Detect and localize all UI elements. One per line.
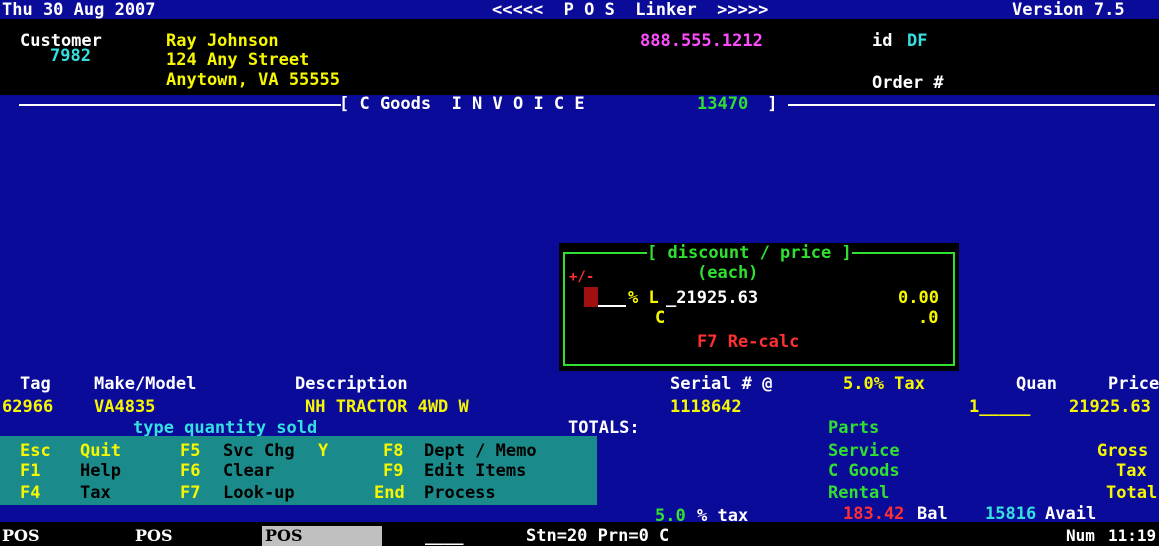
col-tax-rate: 5.0% Tax: [843, 374, 925, 394]
blank-field[interactable]: ____: [425, 526, 464, 546]
station-printer-info: Stn=20 Prn=0 C: [526, 526, 670, 546]
category-service: Service: [828, 441, 900, 461]
customer-city: Anytown, VA 55555: [166, 70, 340, 90]
row-serial[interactable]: 1118642: [670, 398, 742, 417]
invoice-rule-left: [19, 104, 341, 106]
menu-svc-chg[interactable]: Svc Chg: [223, 442, 295, 461]
numlock-indicator: Num: [1066, 526, 1095, 545]
key-f7[interactable]: F7: [180, 484, 200, 503]
list-price-value[interactable]: _21925.63: [666, 289, 758, 308]
tab-pos-3[interactable]: POS: [265, 526, 303, 546]
tab-pos-1[interactable]: POS: [2, 526, 40, 546]
order-number-label: Order #: [872, 73, 944, 93]
col-make-model: Make/Model: [94, 374, 197, 394]
id-label: id: [872, 31, 893, 51]
category-rental: Rental: [828, 483, 890, 503]
row-tag[interactable]: 62966: [2, 398, 53, 417]
dialog-title: [ discount / price ]: [647, 243, 852, 263]
recalc-hint[interactable]: F7 Re-calc: [697, 333, 799, 352]
summary-total: Total: [1106, 483, 1158, 503]
pos-terminal-screen: Thu 30 Aug 2007 <<<<< P O S Linker >>>>>…: [0, 0, 1159, 546]
row-description[interactable]: NH TRACTOR 4WD W: [305, 398, 469, 417]
percent-list-label: % L: [628, 288, 659, 308]
row-price[interactable]: 21925.63: [1069, 398, 1151, 417]
summary-gross: Gross: [1097, 441, 1149, 461]
input-underline: [598, 305, 626, 307]
summary-tax: Tax: [1116, 461, 1147, 481]
discount-percent-input[interactable]: [584, 287, 598, 307]
invoice-title-close: ]: [757, 94, 778, 114]
clock-time: 11:19: [1108, 526, 1157, 545]
cost-label: C: [655, 308, 666, 328]
key-esc[interactable]: Esc: [20, 442, 51, 461]
menu-help[interactable]: Help: [80, 462, 121, 481]
col-quantity: Quan: [1016, 374, 1057, 394]
customer-number[interactable]: 7982: [50, 47, 91, 66]
invoice-number: 13470: [697, 94, 749, 114]
sign-label: +/-: [569, 269, 595, 285]
each-label: (each): [697, 263, 759, 283]
discount-amount[interactable]: 0.00: [898, 289, 939, 308]
col-tag: Tag: [20, 374, 51, 394]
menu-tax[interactable]: Tax: [80, 484, 111, 503]
tab-pos-2[interactable]: POS: [135, 526, 173, 546]
key-end[interactable]: End: [374, 484, 405, 503]
customer-name[interactable]: Ray Johnson: [166, 32, 279, 51]
menu-edit-items[interactable]: Edit Items: [424, 462, 526, 481]
menu-look-up[interactable]: Look-up: [223, 484, 295, 503]
invoice-title: [ C Goods I N V O I C E: [339, 94, 595, 114]
key-f4[interactable]: F4: [20, 484, 40, 503]
customer-phone: 888.555.1212: [640, 31, 763, 51]
category-parts: Parts: [828, 418, 880, 438]
menu-clear[interactable]: Clear: [223, 462, 274, 481]
row-quantity-input[interactable]: 1_____: [969, 398, 1030, 417]
cost-value: .0: [918, 308, 939, 328]
row-make-model[interactable]: VA4835: [94, 398, 155, 417]
key-f8[interactable]: F8: [383, 442, 403, 461]
svc-chg-flag: Y: [318, 441, 329, 461]
current-date: Thu 30 Aug 2007: [2, 0, 156, 20]
menu-process[interactable]: Process: [424, 484, 496, 503]
key-f5[interactable]: F5: [180, 442, 200, 461]
key-f1[interactable]: F1: [20, 462, 40, 481]
col-price: Price: [1108, 374, 1159, 394]
key-f6[interactable]: F6: [180, 462, 200, 481]
category-c-goods: C Goods: [828, 461, 900, 481]
id-value[interactable]: DF: [907, 32, 927, 51]
app-version: Version 7.5: [1012, 0, 1125, 20]
key-f9[interactable]: F9: [383, 462, 403, 481]
menu-dept-memo[interactable]: Dept / Memo: [424, 442, 537, 461]
col-serial: Serial # @: [670, 374, 773, 394]
customer-street: 124 Any Street: [166, 50, 310, 70]
col-description: Description: [295, 374, 408, 394]
invoice-rule-right: [788, 104, 1155, 106]
app-title: <<<<< P O S Linker >>>>>: [492, 0, 769, 20]
menu-quit[interactable]: Quit: [80, 442, 121, 461]
